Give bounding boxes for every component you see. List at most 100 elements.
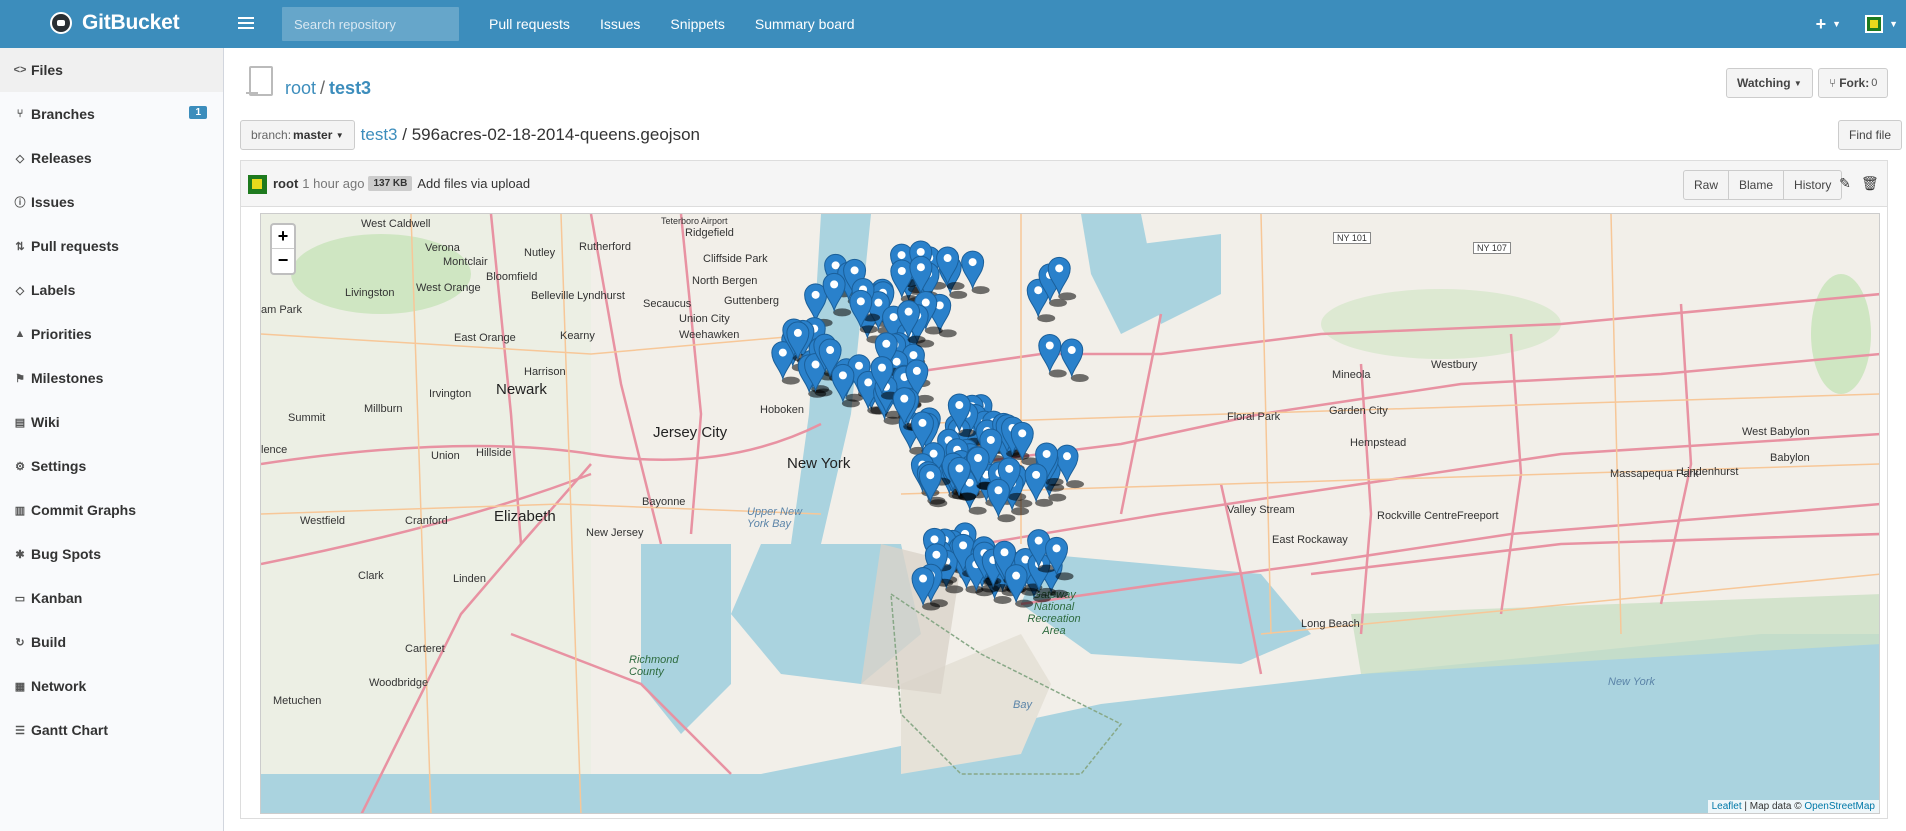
sidebar-item-commit-graphs[interactable]: ▥ Commit Graphs xyxy=(0,488,223,532)
marker-layer xyxy=(771,240,1089,611)
breadcrumb-root-link[interactable]: test3 xyxy=(361,125,398,144)
sidebar-item-labels[interactable]: ◇ Labels xyxy=(0,268,223,312)
sidebar-item-bug-spots[interactable]: ✱ Bug Spots xyxy=(0,532,223,576)
repo-owner-link[interactable]: root xyxy=(285,78,316,98)
fork-label: Fork: xyxy=(1839,76,1870,90)
breadcrumb-separator: / xyxy=(402,125,407,144)
kanban-icon: ▭ xyxy=(14,592,26,605)
sidebar-item-milestones[interactable]: ⚑ Milestones xyxy=(0,356,223,400)
zoom-out-button[interactable]: − xyxy=(272,249,294,273)
code-icon: <> xyxy=(13,64,27,76)
sidebar-item-issues[interactable]: ⓘ Issues xyxy=(0,180,223,224)
fork-count: 0 xyxy=(1871,77,1878,89)
sidebar-item-label: Branches xyxy=(31,106,95,122)
milestone-icon: ⚑ xyxy=(15,372,25,385)
breadcrumb-file-name: 596acres-02-18-2014-queens.geojson xyxy=(411,125,700,144)
repository-icon xyxy=(246,66,273,96)
breadcrumb: test3 / 596acres-02-18-2014-queens.geojs… xyxy=(361,125,700,145)
map-attribution: Leaflet | Map data © OpenStreetMap xyxy=(1707,800,1879,813)
sidebar-item-priorities[interactable]: ▲ Priorities xyxy=(0,312,223,356)
sidebar-item-branches[interactable]: ⑂ Branches 1 xyxy=(0,92,223,136)
branch-selector[interactable]: branch: master ▼ xyxy=(240,120,355,150)
create-new-button[interactable]: + xyxy=(1810,14,1833,35)
issue-icon: ⓘ xyxy=(14,197,26,209)
sidebar-item-network[interactable]: ▦ Network xyxy=(0,664,223,708)
nav-pull-requests[interactable]: Pull requests xyxy=(474,16,585,32)
openstreetmap-link[interactable]: OpenStreetMap xyxy=(1804,801,1875,812)
geojson-map[interactable]: West Caldwell Verona Montclair Nutley Ru… xyxy=(260,213,1880,814)
network-icon: ▦ xyxy=(14,680,26,693)
chevron-down-icon: ▼ xyxy=(1832,19,1842,29)
sidebar-item-files[interactable]: <> Files xyxy=(0,48,223,92)
sidebar-item-build[interactable]: ↻ Build xyxy=(0,620,223,664)
raw-button[interactable]: Raw xyxy=(1683,170,1730,200)
nav-issues[interactable]: Issues xyxy=(585,16,655,32)
sidebar-item-settings[interactable]: ⚙ Settings xyxy=(0,444,223,488)
watching-label: Watching xyxy=(1737,76,1791,90)
gitbucket-logo-icon xyxy=(50,12,72,34)
gantt-icon: ☰ xyxy=(15,724,25,737)
sidebar-item-label: Gantt Chart xyxy=(31,722,108,738)
sidebar-toggle-icon[interactable] xyxy=(238,14,254,34)
edit-pencil-icon[interactable]: ✎ xyxy=(1837,175,1853,191)
fork-button[interactable]: ⑂ Fork: 0 xyxy=(1818,68,1889,98)
flame-icon: ▲ xyxy=(14,328,26,340)
commit-info: root 1 hour ago 137 KB Add files via upl… xyxy=(273,176,530,191)
sidebar-item-label: Pull requests xyxy=(31,238,119,254)
sidebar-item-label: Releases xyxy=(31,150,92,166)
sidebar-item-label: Wiki xyxy=(31,414,60,430)
graph-icon: ▥ xyxy=(14,504,26,517)
sidebar-item-label: Network xyxy=(31,678,87,694)
watching-button[interactable]: Watching ▼ xyxy=(1726,68,1813,98)
attribution-text: | Map data © xyxy=(1741,801,1805,812)
tag-icon: ◇ xyxy=(15,284,25,297)
chevron-down-icon: ▼ xyxy=(335,130,344,140)
nav-summary-board[interactable]: Summary board xyxy=(740,16,870,32)
sidebar-item-label: Milestones xyxy=(31,370,104,386)
sidebar-item-gantt-chart[interactable]: ☰ Gantt Chart xyxy=(0,708,223,752)
commit-author[interactable]: root xyxy=(273,176,298,191)
history-button[interactable]: History xyxy=(1783,170,1843,200)
repo-title: root / test3 xyxy=(285,78,371,99)
pull-request-icon: ⇅ xyxy=(15,240,25,253)
sidebar-item-label: Settings xyxy=(31,458,87,474)
brand-name: GitBucket xyxy=(82,11,180,34)
sidebar-item-label: Labels xyxy=(31,282,76,298)
repo-title-separator: / xyxy=(320,78,326,98)
sidebar-item-label: Bug Spots xyxy=(31,546,101,562)
sidebar-item-label: Commit Graphs xyxy=(31,502,137,518)
sidebar-item-releases[interactable]: ◇ Releases xyxy=(0,136,223,180)
top-nav: Pull requests Issues Snippets Summary bo… xyxy=(474,0,869,48)
user-avatar[interactable] xyxy=(1865,15,1884,33)
repo-name-link[interactable]: test3 xyxy=(329,78,371,98)
sidebar-item-pull-requests[interactable]: ⇅ Pull requests xyxy=(0,224,223,268)
sidebar-item-label: Issues xyxy=(31,194,75,210)
brand-link[interactable]: GitBucket xyxy=(50,11,180,35)
nav-snippets[interactable]: Snippets xyxy=(655,16,739,32)
sidebar-item-label: Kanban xyxy=(31,590,83,606)
top-navbar: GitBucket Pull requests Issues Snippets … xyxy=(0,0,1906,48)
file-viewer: root 1 hour ago 137 KB Add files via upl… xyxy=(240,160,1888,819)
branch-path-row: branch: master ▼ test3 / 596acres-02-18-2… xyxy=(240,120,700,150)
sidebar-item-label: Build xyxy=(31,634,66,650)
branch-icon: ⑂ xyxy=(16,108,24,120)
find-file-button[interactable]: Find file xyxy=(1838,120,1903,150)
zoom-control: + − xyxy=(270,223,296,275)
blame-button[interactable]: Blame xyxy=(1728,170,1785,200)
sidebar-item-wiki[interactable]: ▤ Wiki xyxy=(0,400,223,444)
book-icon: ▤ xyxy=(14,416,26,429)
zoom-in-button[interactable]: + xyxy=(272,225,294,249)
commit-message[interactable]: Add files via upload xyxy=(417,176,530,191)
branch-name: master xyxy=(293,128,333,142)
commit-time: 1 hour ago xyxy=(302,176,365,191)
author-avatar[interactable] xyxy=(248,175,267,194)
delete-trash-icon[interactable]: 🗑 xyxy=(1861,175,1879,191)
leaflet-link[interactable]: Leaflet xyxy=(1712,801,1742,812)
build-icon: ↻ xyxy=(15,636,25,649)
sidebar-item-kanban[interactable]: ▭ Kanban xyxy=(0,576,223,620)
map-marker[interactable] xyxy=(961,250,990,295)
search-input[interactable] xyxy=(282,7,459,41)
file-header: root 1 hour ago 137 KB Add files via upl… xyxy=(241,161,1887,207)
branch-count-badge: 1 xyxy=(189,106,207,119)
chevron-down-icon: ▼ xyxy=(1889,19,1898,29)
